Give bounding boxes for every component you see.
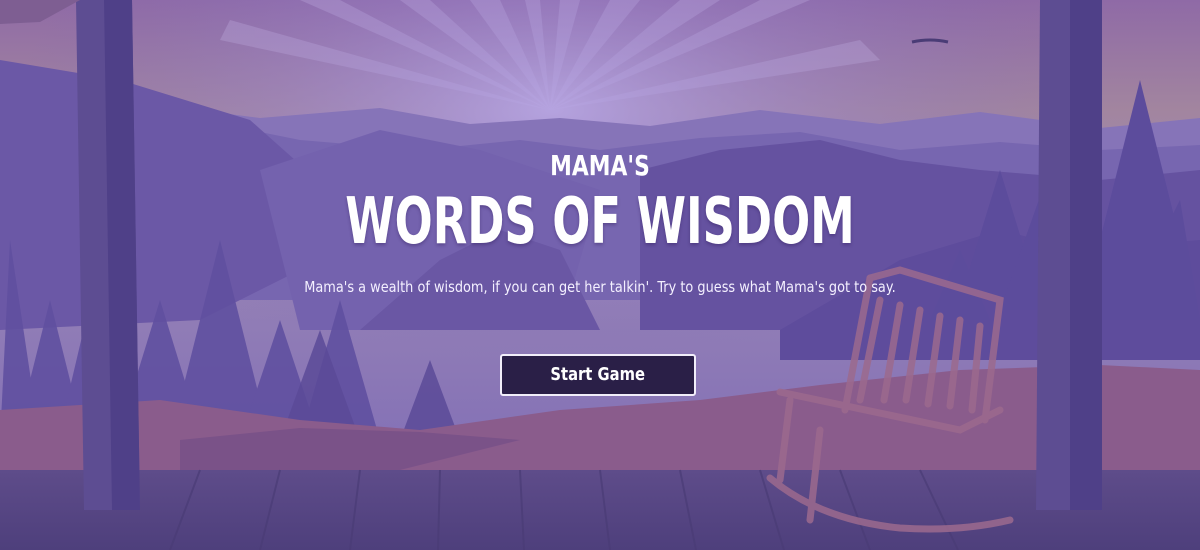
start-game-button[interactable]: Start Game: [500, 354, 696, 396]
game-title: WORDS OF WISDOM: [345, 185, 855, 259]
start-game-button-label: Start Game: [550, 364, 646, 385]
title-block: MAMA'S WORDS OF WISDOM Mama's a wealth o…: [0, 0, 1200, 550]
game-subtitle: MAMA'S: [550, 149, 650, 182]
game-tagline: Mama's a wealth of wisdom, if you can ge…: [304, 278, 896, 296]
title-screen: MAMA'S WORDS OF WISDOM Mama's a wealth o…: [0, 0, 1200, 550]
